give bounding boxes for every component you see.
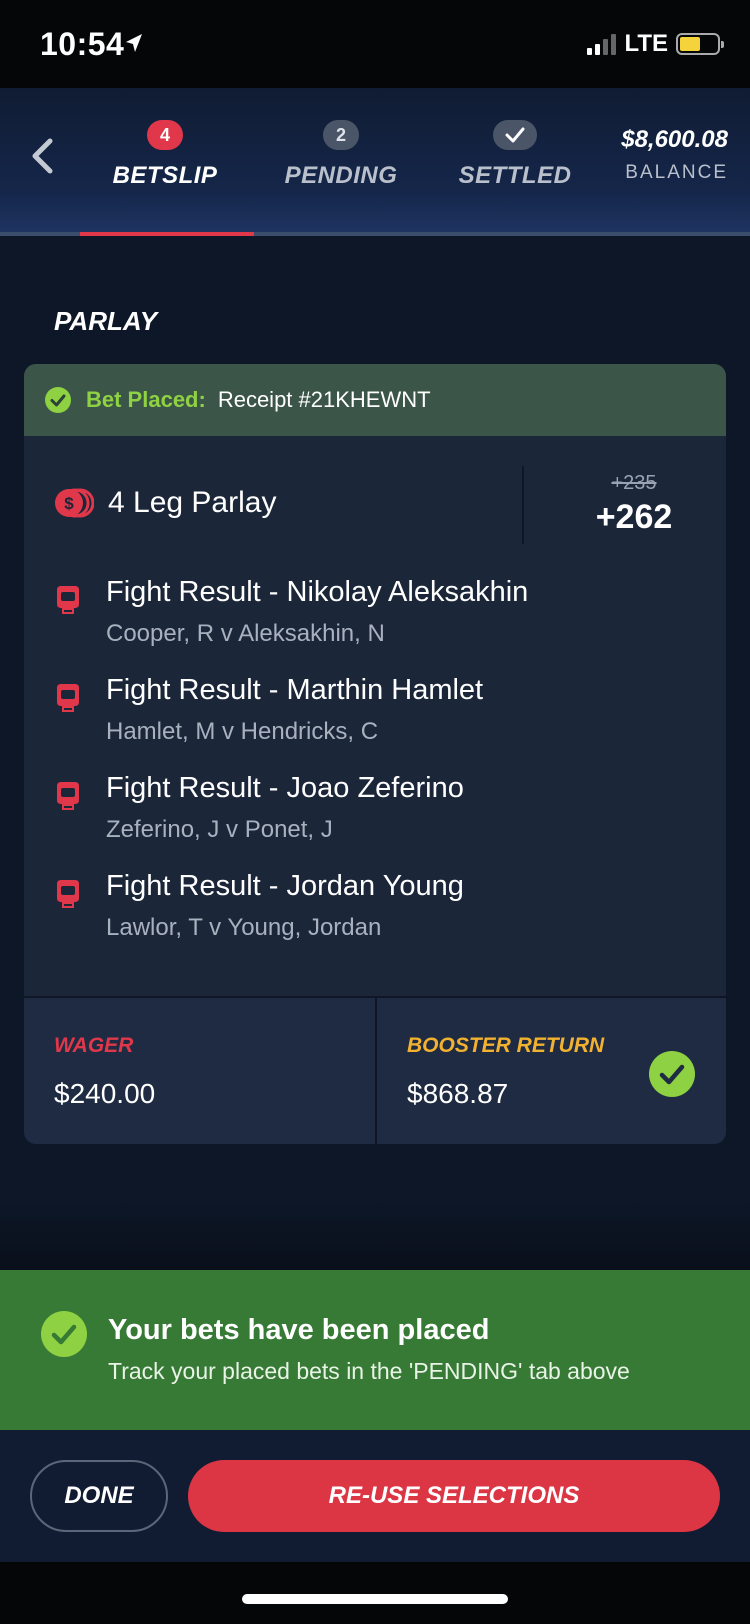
back-button[interactable] xyxy=(22,136,62,176)
tab-pending[interactable]: 2 PENDING xyxy=(256,120,426,190)
list-item: Fight Result - Joao Zeferino Zeferino, J… xyxy=(24,772,726,870)
leg-event: Lawlor, T v Young, Jordan xyxy=(106,914,382,941)
balance-amount: $8,600.08 xyxy=(621,126,728,153)
fight-glove-icon xyxy=(57,880,79,908)
parlay-summary: $ 4 Leg Parlay +235 +262 xyxy=(24,436,726,544)
bet-placed-banner: Bet Placed: Receipt #21KHEWNT xyxy=(24,364,726,436)
leg-event: Hamlet, M v Hendricks, C xyxy=(106,718,379,745)
success-toast: Your bets have been placed Track your pl… xyxy=(0,1270,750,1430)
toast-shadow xyxy=(0,1200,750,1270)
fight-glove-icon xyxy=(57,586,79,614)
status-bar: 10:54 LTE xyxy=(0,0,750,88)
toast-title: Your bets have been placed xyxy=(108,1314,490,1346)
wager-summary: WAGER $240.00 BOOSTER RETURN $868.87 xyxy=(24,996,726,1144)
settled-badge xyxy=(493,120,537,150)
section-title: PARLAY xyxy=(54,306,158,336)
active-tab-indicator xyxy=(80,232,254,236)
chevron-left-icon xyxy=(32,138,53,174)
list-item: Fight Result - Nikolay Aleksakhin Cooper… xyxy=(24,576,726,674)
balance-label: BALANCE xyxy=(625,162,728,183)
network-type: LTE xyxy=(624,30,668,57)
betslip-header: 4 BETSLIP 2 PENDING SETTLED $8,600.08 BA… xyxy=(0,88,750,236)
booster-return-value: $868.87 xyxy=(407,1078,509,1109)
leg-event: Cooper, R v Aleksakhin, N xyxy=(106,620,385,647)
done-button[interactable]: DONE xyxy=(30,1460,168,1532)
leg-market: Fight Result - Marthin Hamlet xyxy=(106,674,484,706)
original-odds: +235 xyxy=(611,472,657,494)
check-icon xyxy=(505,127,525,143)
home-indicator[interactable] xyxy=(242,1594,508,1604)
leg-event: Zeferino, J v Ponet, J xyxy=(106,816,333,843)
status-time: 10:54 xyxy=(40,26,125,62)
parlay-name: 4 Leg Parlay xyxy=(108,486,277,519)
status-indicators: LTE xyxy=(587,30,724,58)
bet-receipt-card: Bet Placed: Receipt #21KHEWNT $ 4 Leg Pa… xyxy=(24,364,726,1144)
leg-market: Fight Result - Joao Zeferino xyxy=(106,772,464,804)
tab-label: PENDING xyxy=(284,162,398,189)
boosted-odds: +262 xyxy=(595,498,673,536)
check-circle-icon xyxy=(45,387,71,413)
pending-count-badge: 2 xyxy=(323,120,359,150)
parlay-title: $ 4 Leg Parlay xyxy=(54,486,276,520)
bet-placed-label: Bet Placed: xyxy=(86,387,206,412)
action-bar: DONE RE-USE SELECTIONS xyxy=(0,1430,750,1562)
list-item: Fight Result - Jordan Young Lawlor, T v … xyxy=(24,870,726,968)
receipt-number: Receipt #21KHEWNT xyxy=(217,387,431,412)
parlay-coins-icon: $ xyxy=(55,488,94,518)
balance-display: $8,600.08 BALANCE xyxy=(621,126,728,184)
svg-text:$: $ xyxy=(64,494,74,513)
tab-label: SETTLED xyxy=(458,162,572,189)
odds-divider xyxy=(522,466,524,544)
location-arrow-icon xyxy=(126,34,142,52)
list-item: Fight Result - Marthin Hamlet Hamlet, M … xyxy=(24,674,726,772)
home-indicator-area xyxy=(0,1562,750,1624)
parlay-legs: Fight Result - Nikolay Aleksakhin Cooper… xyxy=(24,576,726,968)
wager-cell: WAGER $240.00 xyxy=(24,998,375,1144)
wager-value: $240.00 xyxy=(54,1078,156,1109)
signal-icon xyxy=(587,33,617,55)
betslip-count-badge: 4 xyxy=(147,120,183,150)
leg-market: Fight Result - Jordan Young xyxy=(106,870,464,902)
check-circle-icon xyxy=(41,1311,87,1357)
tab-settled[interactable]: SETTLED xyxy=(430,120,600,190)
booster-return-label: BOOSTER RETURN xyxy=(407,1034,605,1057)
fight-glove-icon xyxy=(57,782,79,810)
fight-glove-icon xyxy=(57,684,79,712)
tab-label: BETSLIP xyxy=(112,162,218,189)
wager-label: WAGER xyxy=(54,1034,134,1057)
reuse-selections-button[interactable]: RE-USE SELECTIONS xyxy=(188,1460,720,1532)
tab-betslip[interactable]: 4 BETSLIP xyxy=(80,120,250,190)
battery-icon xyxy=(676,33,724,55)
leg-market: Fight Result - Nikolay Aleksakhin xyxy=(106,576,529,608)
booster-return-cell: BOOSTER RETURN $868.87 xyxy=(375,998,726,1144)
toast-subtitle: Track your placed bets in the 'PENDING' … xyxy=(108,1358,630,1384)
check-circle-icon xyxy=(649,1051,695,1097)
